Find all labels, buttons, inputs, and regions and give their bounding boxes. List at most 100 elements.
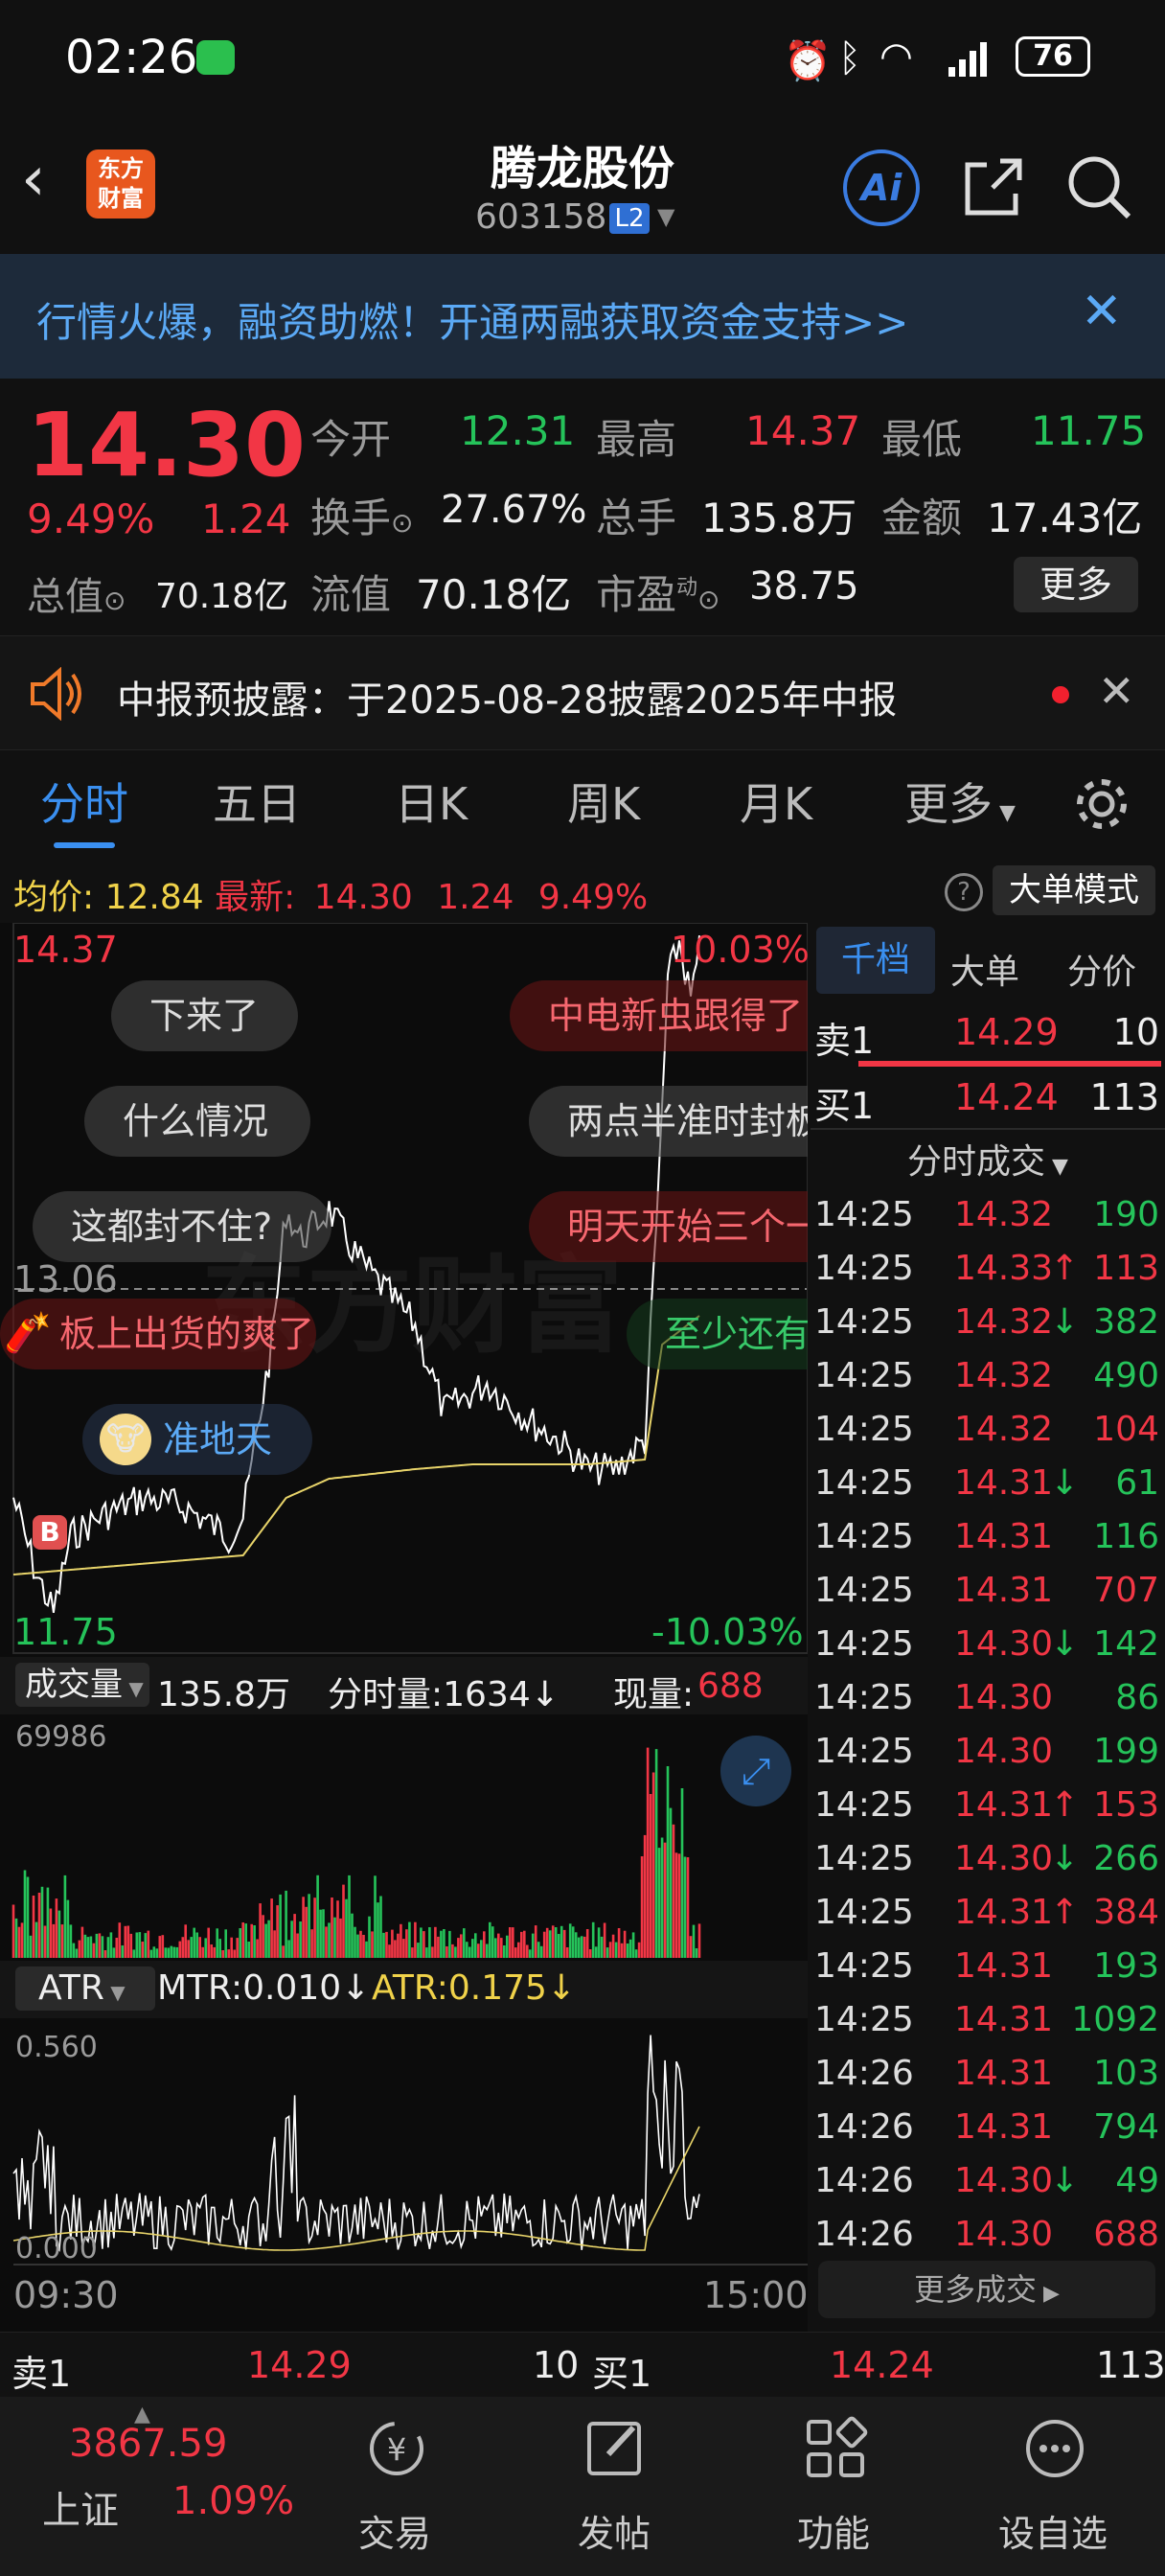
wechat-icon xyxy=(196,40,235,75)
comment-bubble[interactable]: 中电新虫跟得了 xyxy=(510,980,808,1051)
volume-bar xyxy=(568,1923,572,1958)
volume-bar xyxy=(437,1936,440,1958)
trade-arrow: ↓ xyxy=(1050,1302,1080,1342)
volume-bar xyxy=(221,1950,224,1958)
more-button[interactable]: 更多 xyxy=(1014,557,1138,612)
comment-bubble[interactable]: 这都封不住? xyxy=(33,1191,331,1262)
atr-indicator-select[interactable]: ATR ▼ xyxy=(15,1966,155,2011)
ai-icon[interactable]: Ai xyxy=(843,150,920,226)
comment-bubble[interactable]: 两点半准时封板 xyxy=(529,1086,808,1157)
volume-bar xyxy=(651,1772,655,1958)
share-icon[interactable] xyxy=(958,153,1027,222)
volume-bar xyxy=(526,1944,529,1958)
comment-bubble[interactable]: 什么情况 xyxy=(84,1086,310,1157)
help-icon[interactable]: ? xyxy=(945,873,983,911)
volume-header: 成交量 ▼ 135.8万 分时量:1634↓ 现量: 688 xyxy=(0,1657,808,1714)
volume-bar xyxy=(580,1936,583,1958)
notice-text[interactable]: 中报预披露：于2025-08-28披露2025年中报 xyxy=(117,669,897,724)
wifi-icon: ◠ xyxy=(879,34,913,79)
tab-weekly-k[interactable]: 周K xyxy=(567,770,640,833)
app-logo[interactable]: 东方 财富 xyxy=(86,150,155,218)
comment-bubble[interactable]: 至少还有 xyxy=(627,1299,808,1369)
pct-high-label: 10.03% xyxy=(671,929,810,971)
trade-price: 14.30 xyxy=(954,2215,1054,2254)
volume-bar xyxy=(333,1917,336,1958)
tab-intraday[interactable]: 分时 xyxy=(40,770,128,833)
volume-bar xyxy=(551,1925,555,1958)
tab-order-depth[interactable]: 千档 xyxy=(816,927,935,994)
volume-bar xyxy=(262,1915,264,1958)
comment-bubble[interactable]: 下来了 xyxy=(111,980,298,1051)
volume-bar xyxy=(239,1928,241,1958)
comment-bubble[interactable]: 明天开始三个一 xyxy=(529,1191,808,1262)
svg-text:¥: ¥ xyxy=(387,2431,406,2468)
buy-marker[interactable]: B xyxy=(33,1515,67,1550)
volume-bar xyxy=(417,1943,420,1958)
volume-bar xyxy=(491,1926,494,1958)
volume-bar xyxy=(210,1944,213,1958)
volume-bar xyxy=(273,1930,276,1958)
volume-indicator-select[interactable]: 成交量 ▼ xyxy=(15,1663,149,1707)
level2-badge[interactable]: L2 xyxy=(609,203,650,234)
trade-row: 14:25 14.31 193 xyxy=(811,1940,1165,1993)
volume-bar xyxy=(316,1874,319,1958)
back-icon[interactable]: ‹ xyxy=(21,144,46,215)
trade-price: 14.30 xyxy=(954,1624,1054,1664)
volume-bar xyxy=(135,1932,139,1958)
volume-bar xyxy=(348,1874,351,1958)
trade-row: 14:25 14.32 104 xyxy=(811,1403,1165,1457)
nav-post[interactable]: 发帖 xyxy=(518,2397,710,2576)
big-order-mode-button[interactable]: 大单模式 xyxy=(993,865,1155,915)
price-high-label: 14.37 xyxy=(13,929,118,971)
trade-list[interactable]: 14:25 14.32 190 14:25 14.33 ↑ 113 14:25 14.32 ↓ 38… xyxy=(811,1188,1165,2262)
high-label: 最高 xyxy=(596,416,677,463)
volume-bar xyxy=(181,1937,185,1958)
chart-area[interactable]: 东方财富 14.37 10.03% 13.06 11.75 -10.03% B … xyxy=(0,923,810,2332)
tab-five-day[interactable]: 五日 xyxy=(213,770,301,833)
volume-bar xyxy=(264,1923,267,1958)
volume-bar xyxy=(445,1946,448,1958)
volume-bar xyxy=(385,1931,388,1958)
volume-label: 总手 xyxy=(596,494,677,541)
volume-bar xyxy=(603,1922,606,1958)
notice-bar[interactable]: 中报预披露：于2025-08-28披露2025年中报 ✕ xyxy=(0,635,1165,750)
close-notice-icon[interactable]: ✕ xyxy=(1098,665,1135,717)
tab-price-distribution[interactable]: 分价 xyxy=(1067,944,1136,994)
banner-text[interactable]: 行情火爆，融资助燃！开通两融获取资金支持>> xyxy=(36,290,908,349)
volume-bar xyxy=(29,1935,33,1958)
more-trades-button[interactable]: 更多成交 ▶ xyxy=(818,2261,1155,2318)
volume-bar xyxy=(308,1894,310,1958)
tab-daily-k[interactable]: 日K xyxy=(395,770,468,833)
volume-bar xyxy=(531,1933,535,1958)
trade-row: 14:25 14.30 ↓ 266 xyxy=(811,1832,1165,1886)
atr-header: ATR ▼ MTR:0.010↓ ATR:0.175↓ xyxy=(0,1961,808,2018)
dropdown-icon[interactable]: ▼ xyxy=(657,203,674,230)
volume-bar xyxy=(574,1932,578,1958)
search-icon[interactable] xyxy=(1065,153,1134,222)
trade-price: 14.31 xyxy=(954,1946,1054,1986)
tab-big-orders[interactable]: 大单 xyxy=(950,944,1019,994)
nav-add-watchlist[interactable]: 设自选 xyxy=(957,2397,1149,2576)
promo-banner[interactable]: 行情火爆，融资助燃！开通两融获取资金支持>> ✕ xyxy=(0,254,1165,379)
index-ticker[interactable]: ▲ 3867.59 上证 1.09% xyxy=(0,2397,294,2576)
trade-row: 14:25 14.31 1092 xyxy=(811,1993,1165,2047)
volume-bar xyxy=(623,1930,627,1958)
tab-monthly-k[interactable]: 月K xyxy=(740,770,812,833)
settings-icon[interactable] xyxy=(1073,775,1131,833)
mtr-value: MTR:0.010↓ xyxy=(157,1968,371,2008)
nav-functions[interactable]: 功能 xyxy=(738,2397,929,2576)
volume-bar xyxy=(528,1949,532,1958)
expand-icon[interactable]: ⤢ xyxy=(720,1736,791,1806)
volume-bar xyxy=(282,1945,285,1958)
trades-header[interactable]: 分时成交 ▼ xyxy=(811,1134,1165,1184)
volume-bar xyxy=(506,1935,509,1958)
trade-row: 14:25 14.30 199 xyxy=(811,1725,1165,1779)
volume-bar xyxy=(178,1941,182,1958)
tab-more[interactable]: 更多 ▼ xyxy=(904,770,1016,833)
close-icon[interactable]: ✕ xyxy=(1081,283,1123,340)
volume-bar xyxy=(43,1925,47,1958)
volume-now: 688 xyxy=(697,1667,764,1706)
nav-trade[interactable]: ¥ 交易 xyxy=(299,2397,491,2576)
volume-bar xyxy=(494,1938,497,1958)
volume-bar xyxy=(158,1936,162,1958)
